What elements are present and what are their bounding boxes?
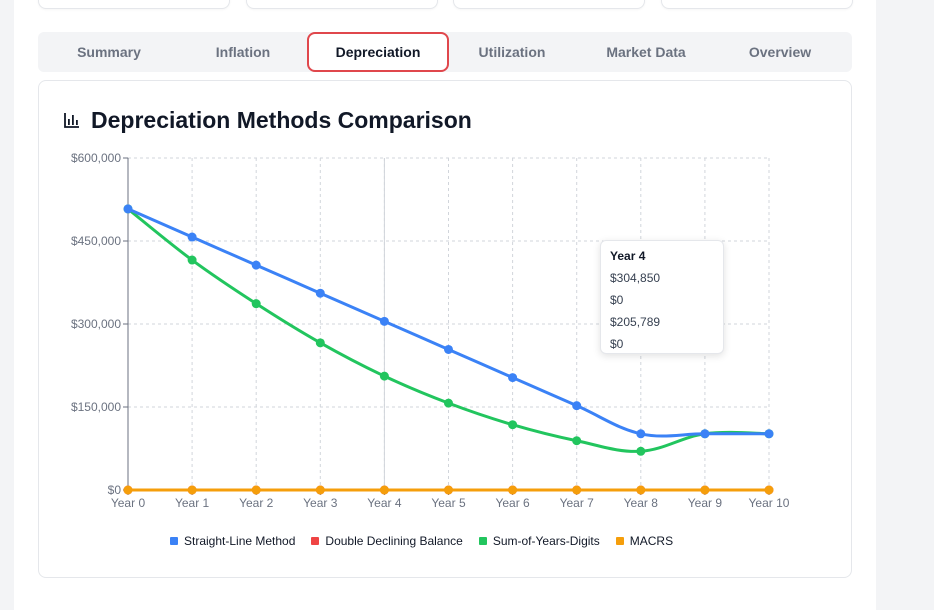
legend-item[interactable]: Sum-of-Years-Digits (478, 533, 600, 549)
y-tick-label: $450,000 (71, 234, 121, 248)
tooltip-value: $0 (610, 293, 624, 307)
data-point (379, 316, 389, 326)
x-tick-label: Year 7 (560, 496, 595, 510)
chart-tooltip: Year 4 $304,850 $0 $205,789 $0 (600, 240, 724, 354)
data-point (764, 429, 774, 439)
x-tick-label: Year 2 (239, 496, 274, 510)
y-tick-label: $600,000 (71, 151, 121, 165)
data-point (187, 485, 197, 495)
legend-label: MACRS (629, 534, 674, 548)
x-tick-label: Year 4 (367, 496, 402, 510)
data-point (572, 485, 582, 495)
data-point (187, 255, 197, 265)
tooltip-value: $0 (610, 337, 624, 351)
x-tick-label: Year 1 (175, 496, 210, 510)
x-tick-label: Year 0 (111, 496, 146, 510)
tooltip-title: Year 4 (610, 249, 646, 263)
data-point (251, 260, 261, 270)
data-point (508, 373, 518, 383)
y-tick-label: $300,000 (71, 317, 121, 331)
data-point (764, 485, 774, 495)
x-tick-label: Year 3 (303, 496, 338, 510)
legend-swatch (615, 537, 624, 545)
data-point (444, 344, 453, 354)
legend-swatch (311, 537, 320, 545)
tooltip-value: $205,789 (610, 315, 661, 329)
x-tick-label: Year 8 (624, 496, 659, 510)
data-point (636, 429, 646, 439)
legend-swatch (478, 537, 487, 545)
data-point (315, 288, 325, 298)
data-point (700, 429, 710, 439)
data-point (123, 204, 133, 214)
y-tick-label: $0 (108, 483, 122, 497)
data-point (123, 485, 133, 495)
data-point (444, 485, 453, 495)
data-point (508, 420, 518, 430)
x-tick-label: Year 5 (431, 496, 466, 510)
tooltip-value: $304,850 (610, 271, 661, 285)
x-tick-label: Year 10 (749, 496, 790, 510)
data-point (251, 485, 261, 495)
data-point (251, 299, 261, 309)
legend-label: Straight-Line Method (184, 534, 296, 548)
data-point (636, 446, 646, 456)
data-point (508, 485, 518, 495)
legend-item[interactable]: Double Declining Balance (311, 533, 463, 549)
data-point (315, 338, 325, 348)
data-point (379, 485, 389, 495)
legend-item[interactable]: Straight-Line Method (170, 533, 295, 549)
data-point (572, 436, 582, 446)
line-chart: $0 $150,000 $300,000 $450,000 $600,000 Year 0… (71, 151, 790, 510)
y-tick-label: $150,000 (71, 400, 121, 414)
legend-label: Double Declining Balance (325, 534, 463, 548)
legend-swatch (170, 537, 178, 545)
data-point (636, 485, 646, 495)
data-point (315, 485, 325, 495)
chart-legend: Straight-Line Method Double Declining Bal… (170, 533, 673, 549)
data-point (187, 232, 197, 242)
data-point (572, 401, 582, 411)
data-point (700, 485, 710, 495)
legend-label: Sum-of-Years-Digits (492, 534, 600, 548)
legend-item[interactable]: MACRS (615, 533, 674, 549)
x-tick-label: Year 6 (495, 496, 530, 510)
x-tick-label: Year 9 (688, 496, 723, 510)
data-point (379, 371, 389, 381)
data-point (444, 398, 453, 408)
